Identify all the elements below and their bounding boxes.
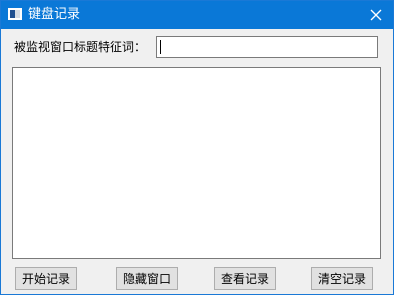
hide-window-button[interactable]: 隐藏窗口 bbox=[116, 267, 178, 290]
window-title: 键盘记录 bbox=[28, 7, 81, 22]
app-icon bbox=[8, 8, 22, 20]
keylogger-window: 键盘记录 被监视窗口标题特征词： 开始记录 隐藏窗口 查看记录 清空记录 bbox=[0, 0, 394, 295]
keystroke-log-area[interactable] bbox=[12, 67, 381, 259]
text-caret bbox=[160, 40, 161, 54]
start-recording-button[interactable]: 开始记录 bbox=[15, 267, 77, 290]
close-button[interactable] bbox=[359, 1, 393, 29]
window-title-keyword-label: 被监视窗口标题特征词： bbox=[14, 40, 147, 54]
view-records-button[interactable]: 查看记录 bbox=[214, 267, 276, 290]
title-bar[interactable]: 键盘记录 bbox=[1, 1, 393, 29]
close-icon bbox=[370, 9, 382, 21]
window-title-keyword-input[interactable] bbox=[156, 36, 378, 58]
clear-records-button[interactable]: 清空记录 bbox=[311, 267, 373, 290]
